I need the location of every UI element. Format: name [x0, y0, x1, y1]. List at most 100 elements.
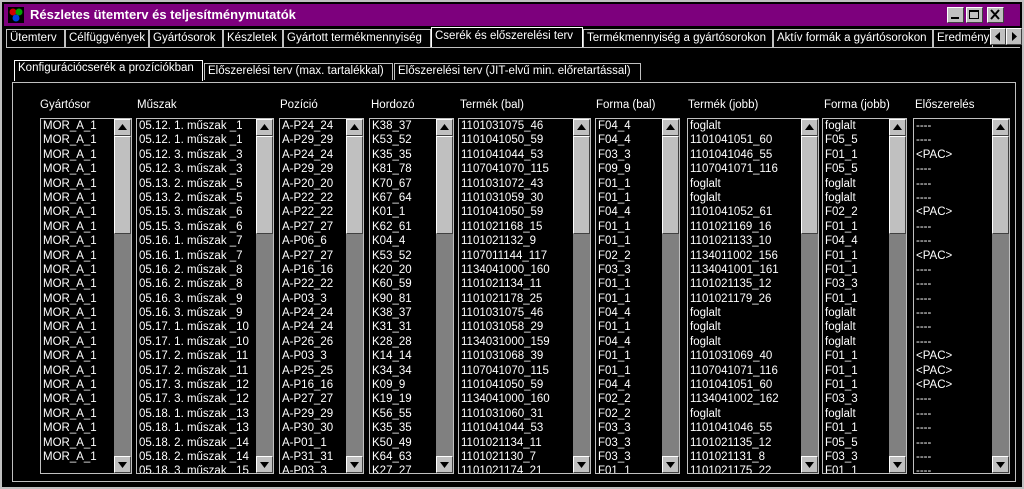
list-item[interactable]: 1134041002_162 — [688, 392, 801, 406]
list-item[interactable]: F01_1 — [596, 464, 662, 473]
list-item[interactable]: A-P25_25 — [280, 364, 346, 378]
maximize-button[interactable] — [966, 7, 983, 23]
scroll-up-button[interactable] — [256, 119, 273, 136]
scroll-down-button[interactable] — [256, 456, 273, 473]
list-item[interactable]: F02_2 — [596, 407, 662, 421]
list-item[interactable]: 05.16. 3. műszak _9 — [137, 306, 256, 320]
list-item[interactable]: ---- — [914, 392, 992, 406]
vertical-scrollbar[interactable] — [436, 119, 453, 473]
vertical-scrollbar[interactable] — [346, 119, 363, 473]
list-item[interactable]: MOR_A_1 — [41, 191, 114, 205]
list-item[interactable]: 1101021132_9 — [459, 234, 573, 248]
vertical-scrollbar[interactable] — [573, 119, 590, 473]
list-item[interactable]: MOR_A_1 — [41, 277, 114, 291]
list-item[interactable]: <PAC> — [914, 349, 992, 363]
list-item[interactable]: ---- — [914, 263, 992, 277]
list-item[interactable]: K20_20 — [370, 263, 436, 277]
scroll-up-button[interactable] — [114, 119, 131, 136]
list-item[interactable]: 05.16. 2. műszak _8 — [137, 263, 256, 277]
list-item[interactable]: K01_1 — [370, 205, 436, 219]
list-item[interactable]: ---- — [914, 407, 992, 421]
list-item[interactable]: 05.17. 3. műszak _12 — [137, 378, 256, 392]
list-item[interactable]: <PAC> — [914, 205, 992, 219]
list-item[interactable]: A-P29_29 — [280, 133, 346, 147]
list-item[interactable]: F01_1 — [596, 277, 662, 291]
list-item[interactable]: K35_35 — [370, 148, 436, 162]
list-item[interactable]: F04_4 — [596, 306, 662, 320]
list-item[interactable]: F02_2 — [596, 249, 662, 263]
list-item[interactable]: 1101041050_59 — [459, 133, 573, 147]
list-item[interactable]: A-P06_6 — [280, 234, 346, 248]
list-item[interactable]: 05.13. 2. műszak _5 — [137, 191, 256, 205]
tab-aktiv-formak-a-gyartosorokon[interactable]: Aktív formák a gyártósorokon — [773, 29, 933, 47]
list-item[interactable]: 1101041050_59 — [459, 378, 573, 392]
list-item[interactable]: 05.18. 1. műszak _13 — [137, 421, 256, 435]
list-item[interactable]: 05.12. 1. műszak _1 — [137, 133, 256, 147]
list-item[interactable]: MOR_A_1 — [41, 392, 114, 406]
list-item[interactable]: 05.17. 3. műszak _12 — [137, 392, 256, 406]
vertical-scrollbar[interactable] — [992, 119, 1009, 473]
list-item[interactable]: F01_1 — [596, 191, 662, 205]
list-item[interactable]: MOR_A_1 — [41, 263, 114, 277]
tab-utemterv[interactable]: Ütemterv — [6, 29, 65, 47]
list-item[interactable]: F05_5 — [823, 133, 889, 147]
listbox-forma-bal[interactable]: F04_4 F04_4 F03_3 F09_9 F01_1 F01_1 F04_4 F01_1… — [595, 118, 680, 474]
list-item[interactable]: 05.16. 1. műszak _7 — [137, 234, 256, 248]
list-item[interactable]: ---- — [914, 450, 992, 464]
list-item[interactable]: A-P03_3 — [280, 349, 346, 363]
list-item[interactable]: K90_81 — [370, 292, 436, 306]
list-item[interactable]: 1134031000_159 — [459, 335, 573, 349]
list-item[interactable]: MOR_A_1 — [41, 378, 114, 392]
list-item[interactable]: MOR_A_1 — [41, 292, 114, 306]
list-item[interactable]: MOR_A_1 — [41, 335, 114, 349]
list-item[interactable]: 1107011144_117 — [459, 249, 573, 263]
list-item[interactable]: 1134041000_160 — [459, 392, 573, 406]
list-item[interactable]: F03_3 — [823, 450, 889, 464]
list-item[interactable]: foglalt — [823, 320, 889, 334]
list-item[interactable]: A-P03_3 — [280, 464, 346, 473]
list-item[interactable]: A-P24_24 — [280, 320, 346, 334]
list-item[interactable]: foglalt — [688, 119, 801, 133]
list-item[interactable]: foglalt — [688, 335, 801, 349]
list-item[interactable]: 1101031059_30 — [459, 191, 573, 205]
list-item[interactable]: 1101031075_46 — [459, 119, 573, 133]
list-item[interactable]: F01_1 — [596, 349, 662, 363]
list-item[interactable]: 05.12. 3. műszak _3 — [137, 162, 256, 176]
scroll-down-button[interactable] — [573, 456, 590, 473]
scroll-thumb[interactable] — [346, 136, 363, 234]
list-item[interactable]: F04_4 — [596, 119, 662, 133]
list-item[interactable]: F03_3 — [596, 421, 662, 435]
list-item[interactable]: F01_1 — [823, 349, 889, 363]
list-item[interactable]: 1101021133_10 — [688, 234, 801, 248]
tab-termekmennyiseg-a-gyartosorokon[interactable]: Termékmennyiség a gyártósorokon — [583, 29, 773, 47]
list-item[interactable]: foglalt — [688, 306, 801, 320]
list-item[interactable]: MOR_A_1 — [41, 436, 114, 450]
list-item[interactable]: ---- — [914, 191, 992, 205]
tab-cserek-es-eloszerelesi-terv[interactable]: Cserék és előszerelési terv — [431, 27, 583, 48]
listbox-forma-jobb[interactable]: foglalt F05_5 F01_1 F05_5 foglalt foglalt F02_… — [822, 118, 907, 474]
list-item[interactable]: 1134041000_160 — [459, 263, 573, 277]
list-item[interactable]: 1101031069_40 — [688, 349, 801, 363]
list-item[interactable]: 1101031060_31 — [459, 407, 573, 421]
scroll-down-button[interactable] — [801, 456, 818, 473]
list-item[interactable]: F01_1 — [596, 234, 662, 248]
list-item[interactable]: F09_9 — [596, 162, 662, 176]
list-item[interactable]: A-P27_27 — [280, 249, 346, 263]
list-item[interactable]: K50_49 — [370, 436, 436, 450]
scroll-thumb[interactable] — [114, 136, 131, 234]
list-item[interactable]: ---- — [914, 292, 992, 306]
list-item[interactable]: 1134011002_156 — [688, 249, 801, 263]
list-item[interactable]: <PAC> — [914, 148, 992, 162]
list-item[interactable]: K19_19 — [370, 392, 436, 406]
list-item[interactable]: foglalt — [688, 320, 801, 334]
list-item[interactable]: 1101021179_26 — [688, 292, 801, 306]
scroll-up-button[interactable] — [662, 119, 679, 136]
list-item[interactable]: 1101041046_55 — [688, 148, 801, 162]
list-item[interactable]: ---- — [914, 436, 992, 450]
list-item[interactable]: K64_63 — [370, 450, 436, 464]
vertical-scrollbar[interactable] — [114, 119, 131, 473]
list-item[interactable]: ---- — [914, 277, 992, 291]
list-item[interactable]: 05.16. 3. műszak _9 — [137, 292, 256, 306]
list-item[interactable]: F01_1 — [823, 364, 889, 378]
list-item[interactable]: ---- — [914, 234, 992, 248]
